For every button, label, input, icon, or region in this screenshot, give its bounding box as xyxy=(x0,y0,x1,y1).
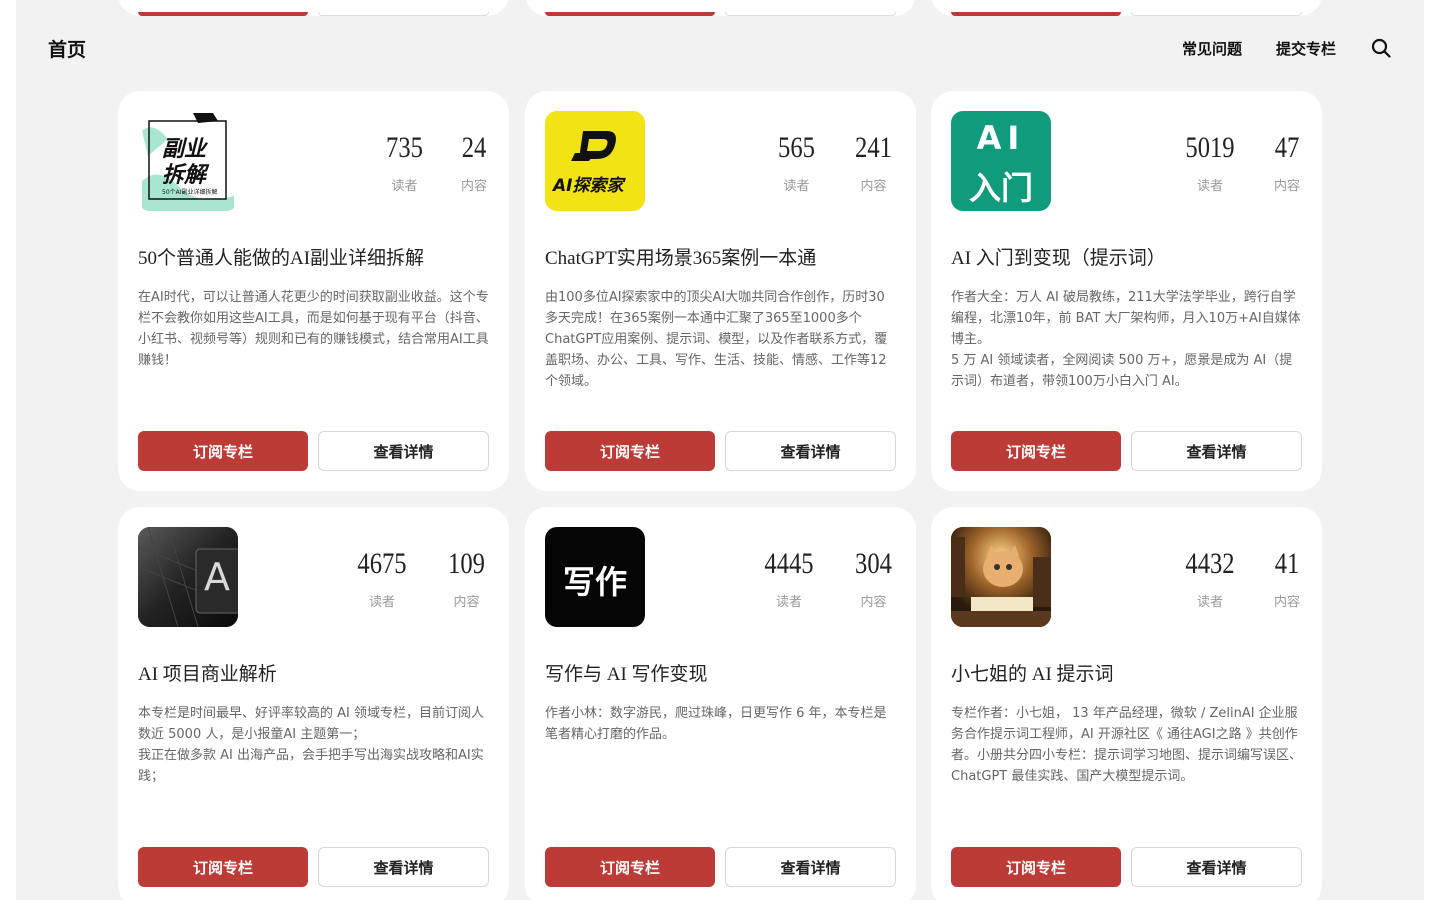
subscribe-button[interactable]: 订阅专栏 xyxy=(138,847,308,887)
card-stats: 4432 读者 41 内容 xyxy=(1180,545,1302,610)
readers-label: 读者 xyxy=(368,595,395,610)
subscribe-button[interactable]: 订阅专栏 xyxy=(545,431,715,471)
readers-count: 4675 xyxy=(357,547,407,580)
view-details-button[interactable]: 查看详情 xyxy=(318,847,489,887)
contents-count: 241 xyxy=(855,131,892,164)
column-card: 副业 拆解 50个AI副业详细拆解 735 读者 24 内容 50个普通人能做的… xyxy=(118,91,509,491)
card-title[interactable]: AI 项目商业解析 xyxy=(138,659,489,686)
readers-stat: 5019 读者 xyxy=(1180,129,1240,194)
card-title[interactable]: 写作与 AI 写作变现 xyxy=(545,659,896,686)
view-details-button[interactable]: 查看详情 xyxy=(1131,847,1302,887)
cover-subtitle: 50个AI副业详细拆解 xyxy=(162,189,218,196)
card-title[interactable]: ChatGPT实用场景365案例一本通 xyxy=(545,243,896,270)
contents-count: 304 xyxy=(855,547,892,580)
readers-stat: 735 读者 xyxy=(382,129,427,194)
readers-count: 735 xyxy=(386,131,423,164)
readers-stat: 4675 读者 xyxy=(352,545,412,610)
readers-label: 读者 xyxy=(1196,179,1223,194)
cover-title: 写作 xyxy=(562,563,627,601)
cover-title-line2: 入门 xyxy=(968,169,1033,207)
contents-stat: 241 内容 xyxy=(851,129,896,194)
card-description: 由100多位AI探索家中的顶尖AI大咖共同合作创作，历时30多天完成！在365案… xyxy=(545,290,888,389)
previous-card-edge xyxy=(931,0,1322,16)
contents-count: 24 xyxy=(461,131,487,164)
writing-cover[interactable]: 写作 xyxy=(545,527,645,627)
nav-submit-link[interactable]: 提交专栏 xyxy=(1276,38,1336,59)
card-stats: 565 读者 241 内容 xyxy=(774,129,896,194)
subscribe-button[interactable]: 订阅专栏 xyxy=(951,847,1121,887)
card-stats: 735 读者 24 内容 xyxy=(382,129,489,194)
readers-stat: 4445 读者 xyxy=(759,545,819,610)
ai-explorer-cover[interactable]: AI探索家 xyxy=(545,111,645,211)
view-details-button[interactable]: 查看详情 xyxy=(725,431,896,471)
readers-stat: 4432 读者 xyxy=(1180,545,1240,610)
contents-label: 内容 xyxy=(1273,179,1300,194)
view-details-button[interactable]: 查看详情 xyxy=(725,847,896,887)
readers-count: 4432 xyxy=(1185,547,1235,580)
card-title[interactable]: 50个普通人能做的AI副业详细拆解 xyxy=(138,243,489,270)
readers-stat: 565 读者 xyxy=(774,129,819,194)
column-card: 写作 4445 读者 304 内容 写作与 AI 写作变现 作者小林：数字游民，… xyxy=(525,507,916,907)
subscribe-button[interactable]: 订阅专栏 xyxy=(545,847,715,887)
contents-count: 41 xyxy=(1274,547,1300,580)
card-stats: 4675 读者 109 内容 xyxy=(352,545,489,610)
contents-stat: 47 内容 xyxy=(1272,129,1302,194)
cover-title-line1: AI xyxy=(976,119,1026,157)
card-description: 在AI时代，可以让普通人花更少的时间获取副业收益。这个专栏不会教你如用这些AI工… xyxy=(138,290,489,368)
contents-stat: 109 内容 xyxy=(444,545,489,610)
readers-count: 5019 xyxy=(1185,131,1235,164)
card-stats: 5019 读者 47 内容 xyxy=(1180,129,1302,194)
contents-count: 47 xyxy=(1274,131,1300,164)
contents-label: 内容 xyxy=(453,595,480,610)
contents-stat: 304 内容 xyxy=(851,545,896,610)
nav-faq-link[interactable]: 常见问题 xyxy=(1182,38,1242,59)
contents-stat: 41 内容 xyxy=(1272,545,1302,610)
cover-title: AI探索家 xyxy=(553,176,624,196)
contents-count: 109 xyxy=(448,547,485,580)
cat-reading-cover[interactable] xyxy=(951,527,1051,627)
contents-label: 内容 xyxy=(1273,595,1300,610)
card-description: 专栏作者：小七姐， 13 年产品经理，微软 / ZelinAI 企业服务合作提示… xyxy=(951,706,1302,784)
cover-letter: A xyxy=(204,555,230,599)
contents-label: 内容 xyxy=(460,179,487,194)
column-card: AI 入门 5019 读者 47 内容 AI 入门到变现（提示词） 作者大全：万… xyxy=(931,91,1322,491)
contents-stat: 24 内容 xyxy=(459,129,489,194)
contents-label: 内容 xyxy=(860,179,887,194)
card-description: 作者小林：数字游民，爬过珠峰，日更写作 6 年，本专栏是笔者精心打磨的作品。 xyxy=(545,706,887,742)
view-details-button[interactable]: 查看详情 xyxy=(1131,431,1302,471)
previous-card-edge xyxy=(118,0,509,16)
readers-label: 读者 xyxy=(1196,595,1223,610)
previous-card-edge xyxy=(525,0,916,16)
cover-title-line2: 拆解 xyxy=(162,163,207,188)
contents-label: 内容 xyxy=(860,595,887,610)
subscribe-button[interactable]: 订阅专栏 xyxy=(951,431,1121,471)
side-hustle-cover[interactable]: 副业 拆解 50个AI副业详细拆解 xyxy=(138,111,238,211)
readers-label: 读者 xyxy=(783,179,810,194)
search-icon[interactable] xyxy=(1370,37,1392,59)
readers-label: 读者 xyxy=(391,179,418,194)
column-card: A 4675 读者 109 内容 AI 项目商业解析 本专栏是时间最早、好评率较… xyxy=(118,507,509,907)
ai-project-cover[interactable]: A xyxy=(138,527,238,627)
nav-home-link[interactable]: 首页 xyxy=(48,35,86,62)
view-details-button[interactable]: 查看详情 xyxy=(318,431,489,471)
column-card: AI探索家 565 读者 241 内容 ChatGPT实用场景365案例一本通 … xyxy=(525,91,916,491)
card-description: 作者大全：万人 AI 破局教练，211大学法学毕业，跨行自学编程，北漂10年，前… xyxy=(951,290,1301,389)
card-stats: 4445 读者 304 内容 xyxy=(759,545,896,610)
readers-count: 4445 xyxy=(764,547,814,580)
top-navbar: 首页 常见问题 提交专栏 xyxy=(16,16,1424,80)
readers-label: 读者 xyxy=(775,595,802,610)
card-title[interactable]: 小七姐的 AI 提示词 xyxy=(951,659,1302,686)
readers-count: 565 xyxy=(778,131,815,164)
card-description: 本专栏是时间最早、好评率较高的 AI 领域专栏，目前订阅人数近 5000 人，是… xyxy=(138,706,484,784)
nav-right-group: 常见问题 提交专栏 xyxy=(1182,37,1392,59)
column-card: 4432 读者 41 内容 小七姐的 AI 提示词 专栏作者：小七姐， 13 年… xyxy=(931,507,1322,907)
ai-intro-cover[interactable]: AI 入门 xyxy=(951,111,1051,211)
card-title[interactable]: AI 入门到变现（提示词） xyxy=(951,243,1302,270)
subscribe-button[interactable]: 订阅专栏 xyxy=(138,431,308,471)
